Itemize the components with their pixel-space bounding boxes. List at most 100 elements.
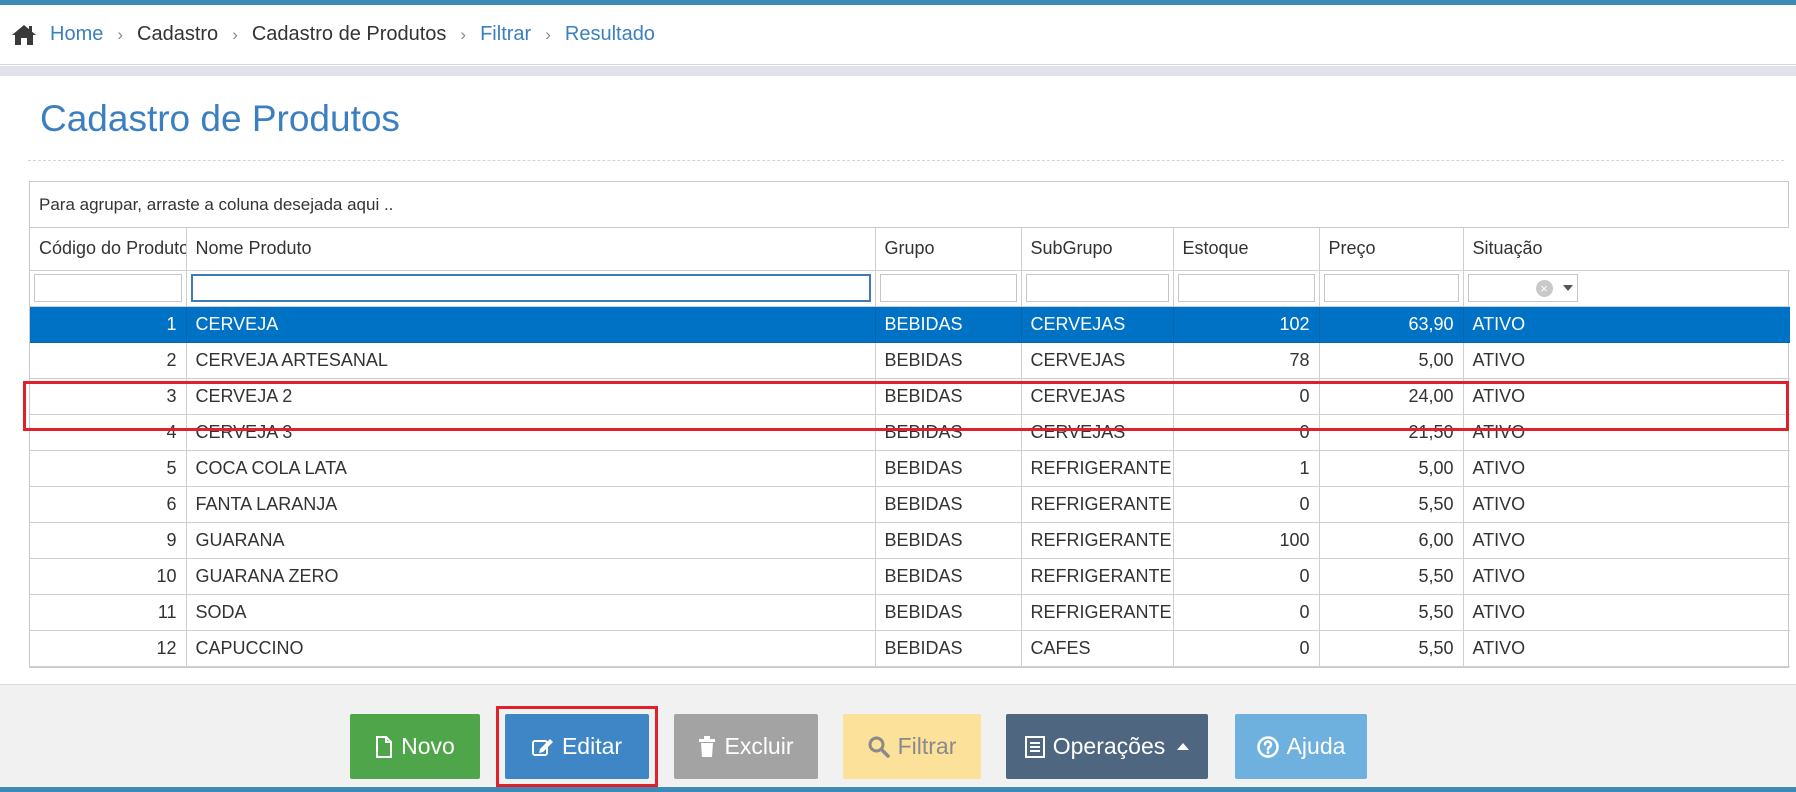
cell-preco[interactable]: 5,50	[1319, 486, 1464, 523]
cell-grupo[interactable]: BEBIDAS	[875, 486, 1022, 523]
cell-codigo[interactable]: 3	[30, 378, 187, 415]
filter-select-situacao[interactable]: ×	[1467, 274, 1578, 302]
cell-nome[interactable]: GUARANA	[186, 522, 876, 559]
cell-estoque[interactable]: 0	[1173, 630, 1320, 667]
cell-subgrupo[interactable]: REFRIGERANTE	[1021, 594, 1174, 631]
ajuda-button[interactable]: Ajuda	[1235, 714, 1367, 779]
cell-codigo[interactable]: 9	[30, 522, 187, 559]
cell-preco[interactable]: 5,50	[1319, 594, 1464, 631]
cell-nome[interactable]: CERVEJA	[186, 306, 876, 343]
cell-estoque[interactable]: 0	[1173, 558, 1320, 595]
column-header-subgrupo[interactable]: SubGrupo	[1021, 228, 1174, 271]
cell-codigo[interactable]: 1	[30, 306, 187, 343]
cell-estoque[interactable]: 0	[1173, 378, 1320, 415]
filter-input-codigo[interactable]	[34, 274, 182, 302]
filter-input-grupo[interactable]	[879, 274, 1017, 302]
breadcrumb-filtrar[interactable]: Filtrar	[480, 23, 531, 46]
table-row[interactable]: 6 FANTA LARANJA BEBIDAS REFRIGERANTE 0 5,50 AT…	[30, 486, 1790, 523]
cell-grupo[interactable]: BEBIDAS	[875, 594, 1022, 631]
table-row[interactable]: 3 CERVEJA 2 BEBIDAS CERVEJAS 0 24,00 ATIVO	[30, 378, 1790, 415]
cell-subgrupo[interactable]: CERVEJAS	[1021, 342, 1174, 379]
cell-nome[interactable]: GUARANA ZERO	[186, 558, 876, 595]
cell-preco[interactable]: 63,90	[1319, 306, 1464, 343]
filter-input-subgrupo[interactable]	[1025, 274, 1169, 302]
cell-situacao[interactable]: ATIVO	[1463, 414, 1790, 451]
cell-preco[interactable]: 21,50	[1319, 414, 1464, 451]
breadcrumb-home[interactable]: Home	[50, 23, 103, 46]
cell-grupo[interactable]: BEBIDAS	[875, 450, 1022, 487]
cell-situacao[interactable]: ATIVO	[1463, 630, 1790, 667]
table-row[interactable]: 4 CERVEJA 3 BEBIDAS CERVEJAS 0 21,50 ATIVO	[30, 414, 1790, 451]
cell-preco[interactable]: 6,00	[1319, 522, 1464, 559]
cell-subgrupo[interactable]: CERVEJAS	[1021, 378, 1174, 415]
home-icon[interactable]	[10, 21, 38, 49]
cell-situacao[interactable]: ATIVO	[1463, 594, 1790, 631]
cell-nome[interactable]: COCA COLA LATA	[186, 450, 876, 487]
table-row[interactable]: 9 GUARANA BEBIDAS REFRIGERANTE 100 6,00 ATIVO	[30, 522, 1790, 559]
cell-grupo[interactable]: BEBIDAS	[875, 378, 1022, 415]
cell-codigo[interactable]: 5	[30, 450, 187, 487]
cell-subgrupo[interactable]: REFRIGERANTE	[1021, 486, 1174, 523]
cell-codigo[interactable]: 12	[30, 630, 187, 667]
cell-grupo[interactable]: BEBIDAS	[875, 414, 1022, 451]
cell-situacao[interactable]: ATIVO	[1463, 486, 1790, 523]
table-row[interactable]: 1 CERVEJA BEBIDAS CERVEJAS 102 63,90 ATIVO	[30, 306, 1790, 343]
table-row[interactable]: 5 COCA COLA LATA BEBIDAS REFRIGERANTE 1 5,00 A…	[30, 450, 1790, 487]
editar-button[interactable]: Editar	[505, 714, 649, 779]
cell-codigo[interactable]: 4	[30, 414, 187, 451]
cell-preco[interactable]: 5,00	[1319, 342, 1464, 379]
cell-grupo[interactable]: BEBIDAS	[875, 558, 1022, 595]
column-header-estoque[interactable]: Estoque	[1173, 228, 1320, 271]
table-row[interactable]: 10 GUARANA ZERO BEBIDAS REFRIGERANTE 0 5,50 AT…	[30, 558, 1790, 595]
cell-situacao[interactable]: ATIVO	[1463, 450, 1790, 487]
cell-grupo[interactable]: BEBIDAS	[875, 342, 1022, 379]
table-row[interactable]: 12 CAPUCCINO BEBIDAS CAFES 0 5,50 ATIVO	[30, 630, 1790, 667]
column-header-preco[interactable]: Preço	[1319, 228, 1464, 271]
cell-estoque[interactable]: 1	[1173, 450, 1320, 487]
cell-preco[interactable]: 24,00	[1319, 378, 1464, 415]
cell-nome[interactable]: CERVEJA 3	[186, 414, 876, 451]
cell-nome[interactable]: CERVEJA ARTESANAL	[186, 342, 876, 379]
clear-icon[interactable]: ×	[1535, 280, 1553, 297]
cell-subgrupo[interactable]: REFRIGERANTE	[1021, 522, 1174, 559]
breadcrumb-resultado[interactable]: Resultado	[565, 23, 655, 46]
cell-codigo[interactable]: 10	[30, 558, 187, 595]
cell-nome[interactable]: CERVEJA 2	[186, 378, 876, 415]
cell-situacao[interactable]: ATIVO	[1463, 378, 1790, 415]
column-header-grupo[interactable]: Grupo	[875, 228, 1022, 271]
cell-situacao[interactable]: ATIVO	[1463, 306, 1790, 343]
cell-estoque[interactable]: 100	[1173, 522, 1320, 559]
cell-grupo[interactable]: BEBIDAS	[875, 522, 1022, 559]
cell-nome[interactable]: SODA	[186, 594, 876, 631]
cell-estoque[interactable]: 102	[1173, 306, 1320, 343]
cell-estoque[interactable]: 0	[1173, 594, 1320, 631]
cell-situacao[interactable]: ATIVO	[1463, 522, 1790, 559]
operacoes-button[interactable]: Operações	[1006, 714, 1208, 779]
cell-codigo[interactable]: 6	[30, 486, 187, 523]
chevron-down-icon[interactable]	[1562, 285, 1573, 291]
column-header-nome[interactable]: Nome Produto	[186, 228, 876, 271]
cell-grupo[interactable]: BEBIDAS	[875, 306, 1022, 343]
cell-subgrupo[interactable]: CAFES	[1021, 630, 1174, 667]
cell-estoque[interactable]: 78	[1173, 342, 1320, 379]
cell-preco[interactable]: 5,00	[1319, 450, 1464, 487]
column-header-codigo[interactable]: Código do Produto	[30, 228, 187, 271]
cell-preco[interactable]: 5,50	[1319, 630, 1464, 667]
cell-codigo[interactable]: 11	[30, 594, 187, 631]
cell-subgrupo[interactable]: CERVEJAS	[1021, 414, 1174, 451]
cell-situacao[interactable]: ATIVO	[1463, 558, 1790, 595]
filter-input-preco[interactable]	[1323, 274, 1459, 302]
cell-nome[interactable]: CAPUCCINO	[186, 630, 876, 667]
filter-input-estoque[interactable]	[1177, 274, 1315, 302]
excluir-button[interactable]: Excluir	[674, 714, 818, 779]
group-panel[interactable]: Para agrupar, arraste a coluna desejada …	[30, 182, 1788, 228]
column-header-situacao[interactable]: Situação	[1463, 228, 1790, 271]
novo-button[interactable]: Novo	[350, 714, 480, 779]
cell-estoque[interactable]: 0	[1173, 486, 1320, 523]
cell-grupo[interactable]: BEBIDAS	[875, 630, 1022, 667]
table-row[interactable]: 11 SODA BEBIDAS REFRIGERANTE 0 5,50 ATIVO	[30, 594, 1790, 631]
cell-codigo[interactable]: 2	[30, 342, 187, 379]
filtrar-button[interactable]: Filtrar	[843, 714, 981, 779]
cell-situacao[interactable]: ATIVO	[1463, 342, 1790, 379]
cell-nome[interactable]: FANTA LARANJA	[186, 486, 876, 523]
